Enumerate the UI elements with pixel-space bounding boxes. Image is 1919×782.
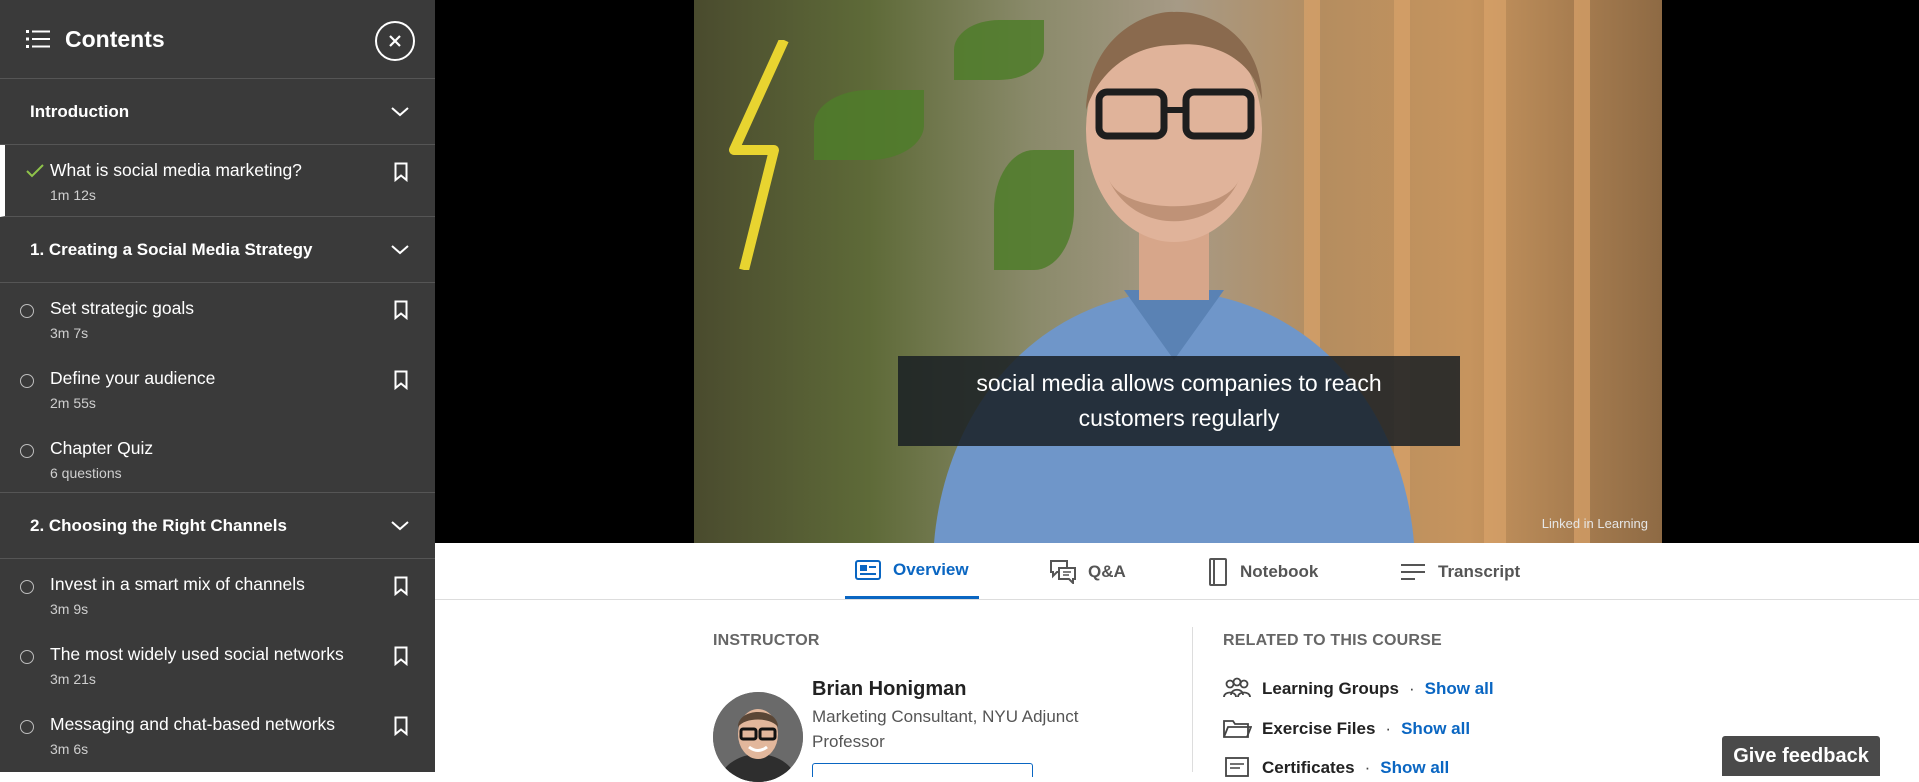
item-duration: 3m 6s [50,741,89,757]
list-item[interactable]: Invest in a smart mix of channels 3m 9s [0,559,435,629]
chapter-header-introduction[interactable]: Introduction [0,79,435,145]
chapter-header-channels[interactable]: 2. Choosing the Right Channels [0,493,435,559]
list-item[interactable]: Messaging and chat-based networks 3m 6s [0,699,435,769]
list-item[interactable]: Set strategic goals 3m 7s [0,283,435,353]
list-item[interactable]: The most widely used social networks 3m … [0,629,435,699]
chapter-title: Introduction [30,101,130,121]
folder-icon [1223,720,1252,738]
item-title: Messaging and chat-based networks [50,714,336,734]
instructor-name[interactable]: Brian Honigman [812,678,966,701]
list-icon [26,30,50,48]
bookmark-icon[interactable] [394,370,408,390]
related-heading: RELATED TO THIS COURSE [1223,632,1442,649]
tab-label: Q&A [1088,561,1126,581]
progress-circle-icon [20,650,34,664]
related-name: Certificates [1262,758,1355,777]
show-all-exercise-files-link[interactable]: Show all [1401,719,1470,739]
main-content: Linked in Learning social media allows c… [435,0,1919,782]
separator-dot: · [1364,758,1371,777]
chapter-title: 1. Creating a Social Media Strategy [30,239,313,259]
video-player[interactable]: Linked in Learning [435,0,1919,543]
show-all-certificates-link[interactable]: Show all [1380,758,1449,778]
column-divider [1192,627,1193,772]
transcript-icon [1401,563,1425,580]
tab-transcript[interactable]: Transcript [1400,543,1520,600]
related-name: Exercise Files [1262,719,1376,738]
tab-overview[interactable]: Overview [845,543,979,599]
follow-instructor-button[interactable] [812,763,1033,777]
progress-circle-icon [20,580,34,594]
item-title: Define your audience [50,368,216,388]
separator-dot: · [1385,719,1392,738]
instructor-heading: INSTRUCTOR [713,632,820,649]
tab-label: Transcript [1438,561,1521,581]
close-icon [389,35,401,47]
item-title: What is social media marketing? [50,160,302,180]
progress-circle-icon [20,444,34,458]
list-item[interactable]: Chapter Quiz 6 questions [0,423,435,493]
tab-qa[interactable]: Q&A [1050,543,1126,600]
certificate-icon [1225,757,1249,777]
tab-label: Notebook [1240,561,1319,581]
contents-sidebar: Contents Introduction What is social med… [0,0,435,772]
avatar[interactable] [713,692,803,782]
notebook-icon [1209,557,1227,586]
caption-line: social media allows companies to reach [976,370,1382,396]
chevron-down-icon [391,106,409,116]
close-sidebar-button[interactable] [375,21,415,61]
list-item[interactable]: What is social media marketing? 1m 12s [0,145,435,217]
sidebar-header: Contents [0,0,435,79]
overview-icon [855,559,881,580]
item-duration: 2m 55s [50,395,96,411]
instructor-role: Marketing Consultant, NYU Adjunct Profes… [812,707,1079,751]
related-row-learning-groups: Learning Groups · Show all [1222,677,1494,701]
bookmark-icon[interactable] [394,646,408,666]
chevron-down-icon [391,520,409,530]
progress-circle-icon [20,720,34,734]
background-post [1484,0,1506,543]
item-duration: 1m 12s [50,187,96,203]
item-question-count: 6 questions [50,465,122,481]
bookmark-icon[interactable] [394,716,408,736]
progress-circle-icon [20,304,34,318]
bookmark-icon[interactable] [394,576,408,596]
related-row-exercise-files: Exercise Files · Show all [1222,717,1470,741]
chevron-down-icon [391,244,409,254]
progress-circle-icon [20,374,34,388]
caption-line: customers regularly [1078,405,1280,431]
tab-label: Overview [893,559,969,579]
item-title: Chapter Quiz [50,438,154,458]
related-name: Learning Groups [1262,679,1399,698]
item-duration: 3m 21s [50,671,96,687]
item-duration: 3m 9s [50,601,89,617]
video-caption: social media allows companies to reach c… [898,356,1460,446]
show-all-learning-groups-link[interactable]: Show all [1425,679,1494,699]
bookmark-icon[interactable] [394,162,408,182]
item-title: Invest in a smart mix of channels [50,574,305,594]
tab-notebook[interactable]: Notebook [1208,543,1318,600]
neon-bolt-graphic [729,40,789,270]
separator-dot: · [1408,679,1415,698]
item-title: The most widely used social networks [50,644,344,664]
item-duration: 3m 7s [50,325,89,341]
item-title: Set strategic goals [50,298,194,318]
instructor-video-figure [934,11,1414,543]
chapter-header-strategy[interactable]: 1. Creating a Social Media Strategy [0,217,435,283]
related-row-certificates: Certificates · Show all [1222,756,1449,780]
content-tabs: Overview Q&A Notebook Transcript [435,543,1919,600]
checkmark-icon [26,164,44,178]
bookmark-icon[interactable] [394,300,408,320]
background-post [1574,0,1590,543]
linkedin-learning-watermark: Linked in Learning [1541,516,1648,531]
list-item[interactable]: Define your audience 2m 55s [0,353,435,423]
groups-icon [1223,677,1251,698]
qa-icon [1050,559,1076,584]
chapter-title: 2. Choosing the Right Channels [30,515,287,535]
instructor-avatar-image [713,692,803,782]
video-frame[interactable]: Linked in Learning [694,0,1662,543]
sidebar-title: Contents [65,25,165,52]
give-feedback-button[interactable]: Give feedback [1722,736,1880,776]
